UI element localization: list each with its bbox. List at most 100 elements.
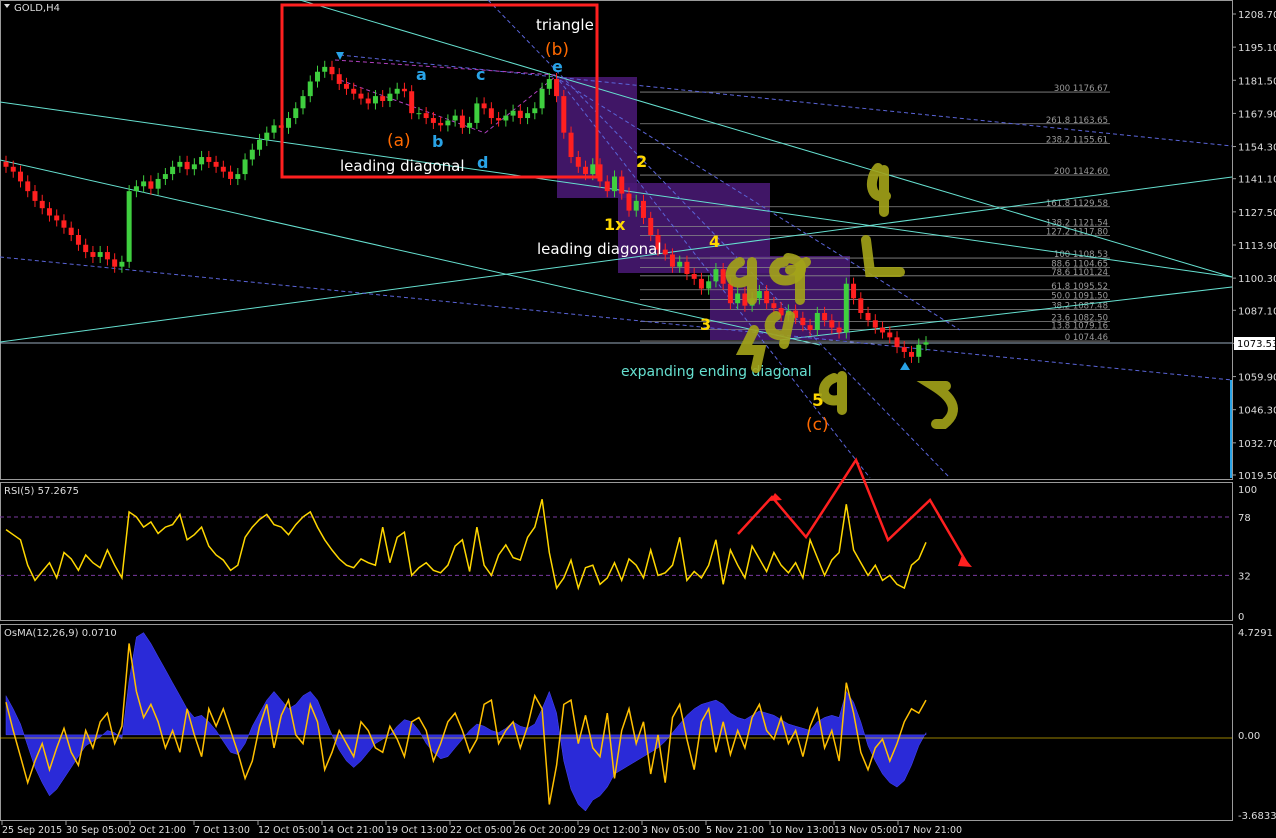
label-leading-diagonal-2: leading diagonal [537,240,662,258]
candle-body [865,312,871,321]
candle-body [887,332,893,338]
candle-body [39,200,45,209]
candle-body [242,159,248,175]
candle-body [901,347,907,352]
osma-axis: 4.7291 0.00 -3.6833 [1238,628,1276,822]
price-tick-label: 1154.30 [1238,143,1276,154]
candle-body [822,312,828,321]
rsi-panel-frame [0,482,1233,621]
candle-body [126,191,132,262]
candle-body [336,74,342,84]
candle-body [97,252,103,257]
chevron-down-icon[interactable] [4,4,10,8]
candle-body [380,96,386,101]
candle-body [119,261,125,267]
candle-body [691,273,697,279]
candle-body [445,120,451,126]
candle-body [329,66,335,75]
candle-body [880,327,886,333]
candle-body [32,191,38,201]
candle-body [416,113,422,115]
candle-body [706,281,712,289]
rsi-axis-label: 0 [1238,612,1244,623]
candle-body [829,320,835,328]
arrow-down-marker [336,52,344,60]
time-tick-label: 22 Oct 05:00 [450,825,512,836]
candle-body [423,113,429,119]
chart-canvas[interactable]: 300 1176.67261.8 1163.65238.2 1155.61200… [0,0,1276,838]
candle-body [836,327,842,333]
candle-body [286,118,292,128]
candle-body [17,171,23,182]
time-tick-label: 13 Nov 05:00 [834,825,898,836]
candle-body [894,337,900,348]
candle-body [257,139,263,150]
candle-body [177,161,183,167]
label-4: 4 [709,232,720,251]
candle-body [228,171,234,179]
time-tick-label: 30 Sep 05:00 [66,825,129,836]
candle-body [75,234,81,245]
candle-body [191,164,197,170]
label-wave-c: (c) [806,415,829,435]
hand-mark-d [819,371,847,415]
candle-body [626,193,632,211]
rsi-axis-label: 100 [1238,485,1257,496]
symbol-title: GOLD,H4 [14,3,60,14]
candle-body [633,200,639,211]
price-tick-label: 1113.90 [1238,241,1276,252]
candle-body [401,88,407,92]
candle-body [300,96,306,109]
candle-body [684,261,690,274]
candle-body [510,110,516,116]
candle-body [517,110,523,119]
rsi-axis: 100 78 32 0 [1238,485,1257,623]
candle-body [155,178,161,189]
candle-body [170,166,176,175]
time-tick-label: 3 Nov 05:00 [642,825,700,836]
candle-body [46,208,52,216]
time-tick-label: 5 Nov 21:00 [706,825,764,836]
candle-body [771,303,777,309]
candle-body [568,132,574,158]
candle-body [561,96,567,133]
arrow-up-marker [900,362,910,370]
fib-level-label: 261.8 1163.65 [1046,116,1108,126]
candle-body [539,88,545,109]
candle-body [220,166,226,172]
rsi-axis-label: 32 [1238,571,1251,582]
candle-body [612,176,618,192]
candle-body [3,161,9,167]
price-tick-label: 1208.70 [1238,10,1276,21]
time-tick-label: 2 Oct 21:00 [130,825,186,836]
candle-body [314,71,320,82]
candle-body [162,174,168,179]
candle-body [851,283,857,299]
hand-mark-bracket [861,235,905,277]
price-tick-label: 1141.10 [1238,175,1276,186]
price-tick-label: 1195.10 [1238,43,1276,54]
candle-body [141,181,147,187]
osma-histogram [5,632,927,812]
time-tick-label: 10 Nov 13:00 [770,825,834,836]
label-expanding-ending-diagonal: expanding ending diagonal [621,364,812,380]
candle-body [590,164,596,175]
candle-body [525,113,531,119]
time-axis: 25 Sep 2015 30 Sep 05:00 2 Oct 21:00 7 Oct … [1,821,962,836]
label-triangle: triangle [536,16,594,34]
candle-body [68,227,74,235]
fib-level-label: 78.6 1101.24 [1051,268,1108,278]
candle-body [271,125,277,133]
candle-body [814,312,820,331]
price-tick-label: 1100.30 [1238,274,1276,285]
candle-body [648,217,654,235]
price-tick-label: 1087.10 [1238,306,1276,317]
fib-level-label: 127.2 1117.80 [1046,227,1108,237]
candle-body [54,215,60,221]
label-2: 2 [636,152,647,171]
time-tick-label: 25 Sep 2015 [2,825,62,836]
candle-body [307,81,313,97]
osma-title: OsMA(12,26,9) 0.0710 [4,628,117,639]
osma-axis-label: -3.6833 [1238,811,1276,822]
candle-body [199,157,205,165]
